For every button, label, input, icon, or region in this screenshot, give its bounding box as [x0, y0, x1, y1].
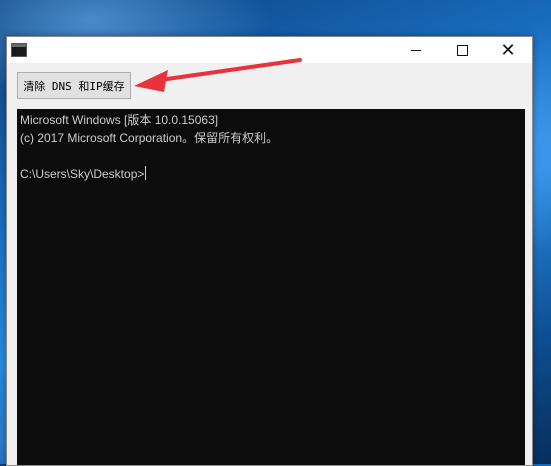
minimize-icon: [411, 49, 421, 51]
console-prompt: C:\Users\Sky\Desktop>: [20, 167, 145, 181]
minimize-button[interactable]: [393, 37, 439, 63]
text-cursor: [145, 166, 147, 180]
console-app-icon: [11, 43, 27, 57]
maximize-icon: [456, 44, 468, 56]
clear-dns-ip-cache-button[interactable]: 清除 DNS 和IP缓存: [17, 72, 131, 99]
toolbar: 清除 DNS 和IP缓存: [7, 63, 532, 107]
app-window: ✕ 清除 DNS 和IP缓存 Microsoft Windows [版本 10.…: [6, 36, 533, 466]
close-button[interactable]: ✕: [485, 37, 531, 63]
close-icon: ✕: [500, 40, 516, 60]
maximize-button[interactable]: [439, 37, 485, 63]
console-line-copyright: (c) 2017 Microsoft Corporation。保留所有权利。: [20, 131, 279, 145]
console-output[interactable]: Microsoft Windows [版本 10.0.15063] (c) 20…: [17, 109, 525, 465]
title-bar: ✕: [7, 37, 532, 63]
console-line-version: Microsoft Windows [版本 10.0.15063]: [20, 113, 219, 127]
console-prompt-line: C:\Users\Sky\Desktop>: [20, 165, 522, 183]
